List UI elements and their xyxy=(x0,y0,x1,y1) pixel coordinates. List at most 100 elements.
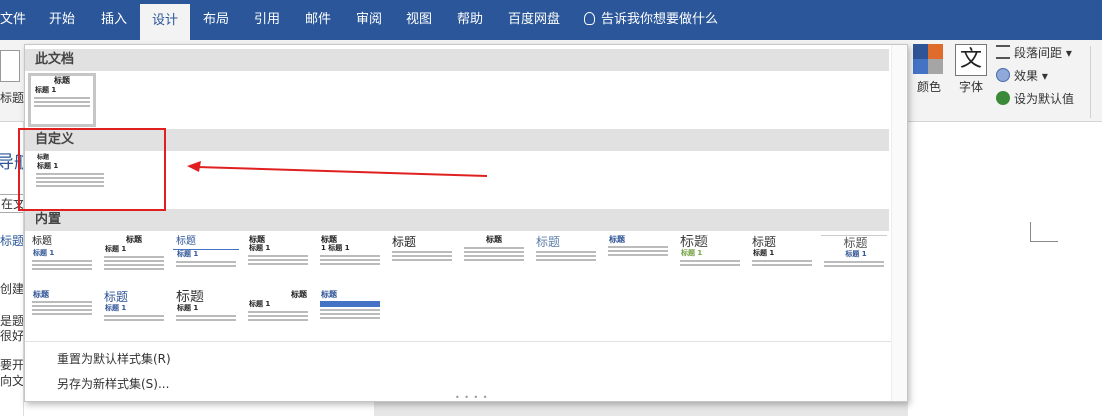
style-thumb-current[interactable]: 标题 标题 1 xyxy=(28,73,96,127)
thumb-text-line xyxy=(176,261,236,263)
thumb-text-line xyxy=(104,319,164,321)
nav-text-fragment: 要开 xyxy=(0,358,24,372)
ribbon-tab-bar: 文件 开始 插入 设计 布局 引用 邮件 审阅 视图 帮助 百度网盘 告诉我你想… xyxy=(0,0,1102,40)
thumb-text-line xyxy=(176,315,236,317)
style-thumb-builtin[interactable]: 标题 xyxy=(317,290,383,342)
thumb-text-line xyxy=(392,259,452,261)
thumb-title: 标题 xyxy=(54,76,70,85)
thumb-text-line xyxy=(248,263,308,265)
thumb-text-line xyxy=(176,265,236,267)
tab-view[interactable]: 视图 xyxy=(406,0,432,40)
save-as-new-style-set-item[interactable]: 另存为新样式集(S)... xyxy=(57,375,169,392)
colors-swatch-icon[interactable] xyxy=(913,44,943,74)
paragraph-spacing-label: 段落间距 xyxy=(1014,46,1063,60)
thumb-title: 标题 xyxy=(321,235,337,244)
thumb-heading: 标题 1 xyxy=(105,304,127,312)
thumb-title: 标题 xyxy=(321,290,337,299)
nav-text-fragment: 创建文 xyxy=(0,282,24,296)
thumb-text-line xyxy=(34,105,90,107)
thumb-heading-bar xyxy=(320,301,380,307)
tab-review[interactable]: 审阅 xyxy=(356,0,382,40)
thumb-text-line xyxy=(32,264,92,266)
fonts-button-label[interactable]: 字体 xyxy=(959,78,983,95)
set-as-default-button[interactable]: 设为默认值 xyxy=(996,90,1074,107)
tab-baidu-netdisk[interactable]: 百度网盘 xyxy=(508,0,560,40)
thumb-title: 标题 xyxy=(176,290,204,305)
thumb-text-line xyxy=(248,259,308,261)
section-this-document: 此文档 xyxy=(25,49,889,71)
margin-corner-mark xyxy=(1030,241,1058,242)
fonts-icon[interactable]: 文 xyxy=(955,44,987,76)
swatch-cell xyxy=(928,59,943,74)
document-page[interactable] xyxy=(908,122,1102,416)
tab-home[interactable]: 开始 xyxy=(49,0,75,40)
thumb-text-line xyxy=(464,255,524,257)
nav-pane-lower xyxy=(24,400,374,416)
thumb-text-line xyxy=(176,319,236,321)
tab-layout[interactable]: 布局 xyxy=(203,0,229,40)
style-thumb-builtin[interactable]: 标题 xyxy=(461,235,527,287)
gallery-scrollbar[interactable] xyxy=(891,45,907,401)
ribbon-separator xyxy=(1090,46,1091,118)
thumb-text-line xyxy=(392,255,452,257)
thumb-text-line xyxy=(320,263,380,265)
style-thumb-builtin[interactable]: 标题 标题 1 xyxy=(821,235,887,287)
thumb-text-line xyxy=(34,97,90,99)
thumb-text-line xyxy=(320,259,380,261)
colors-button-label[interactable]: 颜色 xyxy=(917,78,941,95)
tab-file[interactable]: 文件 xyxy=(0,0,26,40)
style-thumb-builtin[interactable]: 标题 xyxy=(605,235,671,287)
thumb-text-line xyxy=(32,260,92,262)
thumb-text-line xyxy=(104,256,164,258)
thumb-text-line xyxy=(32,305,92,307)
style-thumb-builtin[interactable]: 标题 标题 1 xyxy=(173,290,239,342)
lightbulb-icon xyxy=(584,12,595,25)
tell-me-search[interactable]: 告诉我你想要做什么 xyxy=(584,0,718,40)
tab-help[interactable]: 帮助 xyxy=(457,0,483,40)
tab-references[interactable]: 引用 xyxy=(254,0,280,40)
paragraph-spacing-button[interactable]: 段落间距 ▾ xyxy=(996,44,1072,61)
style-thumb-builtin[interactable]: 标题 标题 1 xyxy=(677,235,743,287)
thumb-title: 标题 xyxy=(486,235,502,244)
style-thumb-builtin[interactable]: 标题 xyxy=(533,235,599,287)
style-thumb-builtin[interactable]: 标题 标题 1 xyxy=(101,235,167,287)
thumb-text-line xyxy=(248,319,308,321)
style-thumb-builtin[interactable]: 标题 标题 1 xyxy=(101,290,167,342)
tab-mailings[interactable]: 邮件 xyxy=(305,0,331,40)
nav-text-fragment: 向文 xyxy=(0,374,24,388)
thumb-text-line xyxy=(320,255,380,257)
tab-insert[interactable]: 插入 xyxy=(101,0,127,40)
style-thumb-builtin[interactable]: 标题 标题 1 xyxy=(245,290,311,342)
thumb-text-line xyxy=(536,259,596,261)
swatch-cell xyxy=(928,44,943,59)
style-thumb-builtin[interactable]: 标题 1 标题 1 xyxy=(317,235,383,287)
thumb-title: 标题 xyxy=(291,290,307,299)
thumb-heading: 标题 1 xyxy=(249,244,271,252)
style-set-gallery: 此文档 标题 标题 1 自定义 标题 标题 1 内置 标题 标题 1 标题 标题 1… xyxy=(24,44,908,402)
style-thumb-builtin[interactable]: 标题 标题 1 xyxy=(749,235,815,287)
style-thumb-builtin[interactable]: 标题 标题 1 xyxy=(29,235,95,287)
style-thumb-builtin[interactable]: 标题 xyxy=(29,290,95,342)
thumb-text-line xyxy=(104,268,164,270)
nav-headings-tab-fragment[interactable]: 标题 xyxy=(0,232,23,249)
thumb-text-line xyxy=(248,315,308,317)
thumb-text-line xyxy=(608,246,668,248)
thumb-text-line xyxy=(248,311,308,313)
thumb-text-line xyxy=(752,264,812,266)
thumb-text-line xyxy=(104,264,164,266)
style-thumb-builtin[interactable]: 标题 标题 1 xyxy=(245,235,311,287)
effects-button[interactable]: 效果 ▾ xyxy=(996,67,1048,84)
thumb-text-line xyxy=(32,268,92,270)
thumb-text-line xyxy=(464,251,524,253)
reset-style-set-item[interactable]: 重置为默认样式集(R) xyxy=(57,350,171,367)
thumb-title: 标题 xyxy=(249,235,265,244)
resize-grip-icon[interactable]: • • • • xyxy=(455,393,489,402)
thumb-text-line xyxy=(824,261,884,263)
thumb-title: 标题 xyxy=(33,290,49,299)
margin-corner-mark xyxy=(1030,222,1031,242)
tab-design[interactable]: 设计 xyxy=(140,4,191,40)
thumb-title: 标题 xyxy=(173,235,239,250)
style-set-icon[interactable] xyxy=(0,50,20,82)
style-thumb-builtin[interactable]: 标题 xyxy=(389,235,455,287)
style-thumb-builtin[interactable]: 标题 标题 1 xyxy=(173,235,239,287)
